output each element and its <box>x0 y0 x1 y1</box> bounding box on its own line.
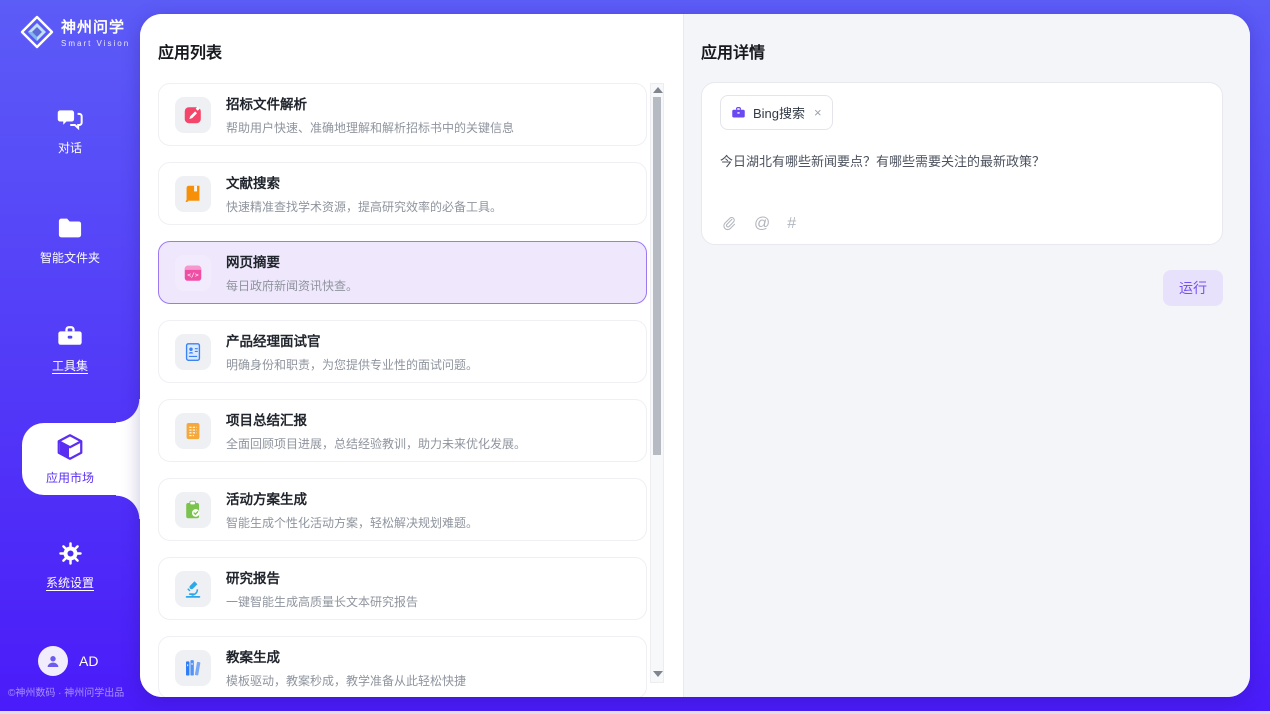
chat-icon <box>0 104 140 132</box>
app-card-description: 快速精准查找学术资源，提高研究效率的必备工具。 <box>226 198 502 215</box>
app-card-description: 全面回顾项目进展，总结经验教训，助力未来优化发展。 <box>226 435 526 452</box>
scrollbar-thumb[interactable] <box>653 97 661 455</box>
brand-subtitle: Smart Vision <box>61 39 130 48</box>
composer-toolbar: @ # <box>720 215 796 232</box>
apps-list: 招标文件解析帮助用户快速、准确地理解和解析招标书中的关键信息文献搜索快速精准查找… <box>158 83 647 697</box>
sidebar-item-toolbox[interactable]: 工具集 <box>0 322 140 375</box>
app-card-6[interactable]: 活动方案生成智能生成个性化活动方案，轻松解决规划难题。 <box>158 478 647 541</box>
resume-icon <box>175 334 211 370</box>
app-detail-panel: 应用详情 Bing搜索 × 今日湖北有哪些新闻要点？有哪些需要关注的最新政策？ <box>683 14 1250 697</box>
avatar[interactable] <box>38 646 68 676</box>
scrollbar-up-arrow[interactable] <box>653 87 663 93</box>
app-card-title: 教案生成 <box>226 646 466 666</box>
gear-icon <box>0 540 140 567</box>
sidebar-item-label: 智能文件夹 <box>40 249 100 266</box>
tool-chip-label: Bing搜索 <box>753 103 805 122</box>
tool-chip-bing-search[interactable]: Bing搜索 × <box>720 95 833 130</box>
app-card-4[interactable]: 产品经理面试官明确身份和职责，为您提供专业性的面试问题。 <box>158 320 647 383</box>
app-card-2[interactable]: 文献搜索快速精准查找学术资源，提高研究效率的必备工具。 <box>158 162 647 225</box>
prompt-card: Bing搜索 × 今日湖北有哪些新闻要点？有哪些需要关注的最新政策？ @ # <box>701 82 1223 245</box>
app-card-3[interactable]: </> 网页摘要每日政府新闻资讯快查。 <box>158 241 647 304</box>
sidebar-item-cube[interactable]: 应用市场 <box>0 432 140 487</box>
sidebar-item-chat[interactable]: 对话 <box>0 104 140 157</box>
app-card-7[interactable]: 研究报告一键智能生成高质量长文本研究报告 <box>158 557 647 620</box>
folder-icon <box>0 214 140 242</box>
app-card-8[interactable]: 教案生成模板驱动，教案秒成，教学准备从此轻松快捷 <box>158 636 647 697</box>
topic-icon[interactable]: # <box>787 216 796 232</box>
user-name: AD <box>79 653 98 669</box>
sidebar-item-label: 对话 <box>58 139 82 156</box>
app-card-title: 招标文件解析 <box>226 93 514 113</box>
app-window: 神州问学 Smart Vision 对话智能文件夹工具集应用市场系统设置 AD … <box>0 0 1270 714</box>
app-card-title: 产品经理面试官 <box>226 330 478 350</box>
copyright-text: ©神州数码 · 神州问学出品 <box>8 684 140 699</box>
app-card-title: 项目总结汇报 <box>226 409 526 429</box>
sidebar: 神州问学 Smart Vision 对话智能文件夹工具集应用市场系统设置 AD … <box>0 0 140 714</box>
app-card-title: 研究报告 <box>226 567 418 587</box>
sidebar-item-gear[interactable]: 系统设置 <box>0 540 140 592</box>
app-card-title: 活动方案生成 <box>226 488 478 508</box>
microscope-icon <box>175 571 211 607</box>
app-card-1[interactable]: 招标文件解析帮助用户快速、准确地理解和解析招标书中的关键信息 <box>158 83 647 146</box>
doc-lines-icon <box>175 413 211 449</box>
scrollbar[interactable] <box>650 83 664 683</box>
browser-code-icon: </> <box>175 255 211 291</box>
cube-icon <box>0 432 140 462</box>
query-text[interactable]: 今日湖北有哪些新闻要点？有哪些需要关注的最新政策？ <box>720 151 1206 170</box>
app-card-description: 智能生成个性化活动方案，轻松解决规划难题。 <box>226 514 478 531</box>
app-card-description: 模板驱动，教案秒成，教学准备从此轻松快捷 <box>226 672 466 689</box>
brand-name: 神州问学 <box>61 16 130 37</box>
app-card-5[interactable]: 项目总结汇报全面回顾项目进展，总结经验教训，助力未来优化发展。 <box>158 399 647 462</box>
app-card-description: 每日政府新闻资讯快查。 <box>226 277 358 294</box>
app-card-description: 明确身份和职责，为您提供专业性的面试问题。 <box>226 356 478 373</box>
detail-panel-title: 应用详情 <box>701 39 765 63</box>
app-card-title: 网页摘要 <box>226 251 358 271</box>
user-profile[interactable]: AD <box>38 646 98 676</box>
briefcase-icon <box>731 105 746 120</box>
apps-panel-title: 应用列表 <box>158 39 222 63</box>
mention-icon[interactable]: @ <box>754 216 770 232</box>
app-card-title: 文献搜索 <box>226 172 502 192</box>
sidebar-item-label: 系统设置 <box>46 574 94 591</box>
pen-square-icon <box>175 97 211 133</box>
scrollbar-down-arrow[interactable] <box>653 671 663 677</box>
sidebar-item-label: 应用市场 <box>46 469 94 486</box>
attachment-icon[interactable] <box>720 215 737 232</box>
app-card-description: 一键智能生成高质量长文本研究报告 <box>226 593 418 610</box>
clipboard-check-icon <box>175 492 211 528</box>
app-card-description: 帮助用户快速、准确地理解和解析招标书中的关键信息 <box>226 119 514 136</box>
main-content: 应用列表 招标文件解析帮助用户快速、准确地理解和解析招标书中的关键信息文献搜索快… <box>140 14 1250 697</box>
chip-close-icon[interactable]: × <box>814 105 822 120</box>
run-button[interactable]: 运行 <box>1163 270 1223 306</box>
sidebar-item-folder[interactable]: 智能文件夹 <box>0 214 140 267</box>
toolbox-icon <box>0 322 140 350</box>
book-icon <box>175 176 211 212</box>
brand-logo: 神州问学 Smart Vision <box>20 15 130 49</box>
diamond-logo-icon <box>20 15 54 49</box>
user-icon <box>44 652 62 670</box>
sidebar-item-label: 工具集 <box>52 357 88 374</box>
svg-text:</>: </> <box>187 270 199 278</box>
books-icon <box>175 650 211 686</box>
apps-panel: 应用列表 招标文件解析帮助用户快速、准确地理解和解析招标书中的关键信息文献搜索快… <box>140 14 683 697</box>
